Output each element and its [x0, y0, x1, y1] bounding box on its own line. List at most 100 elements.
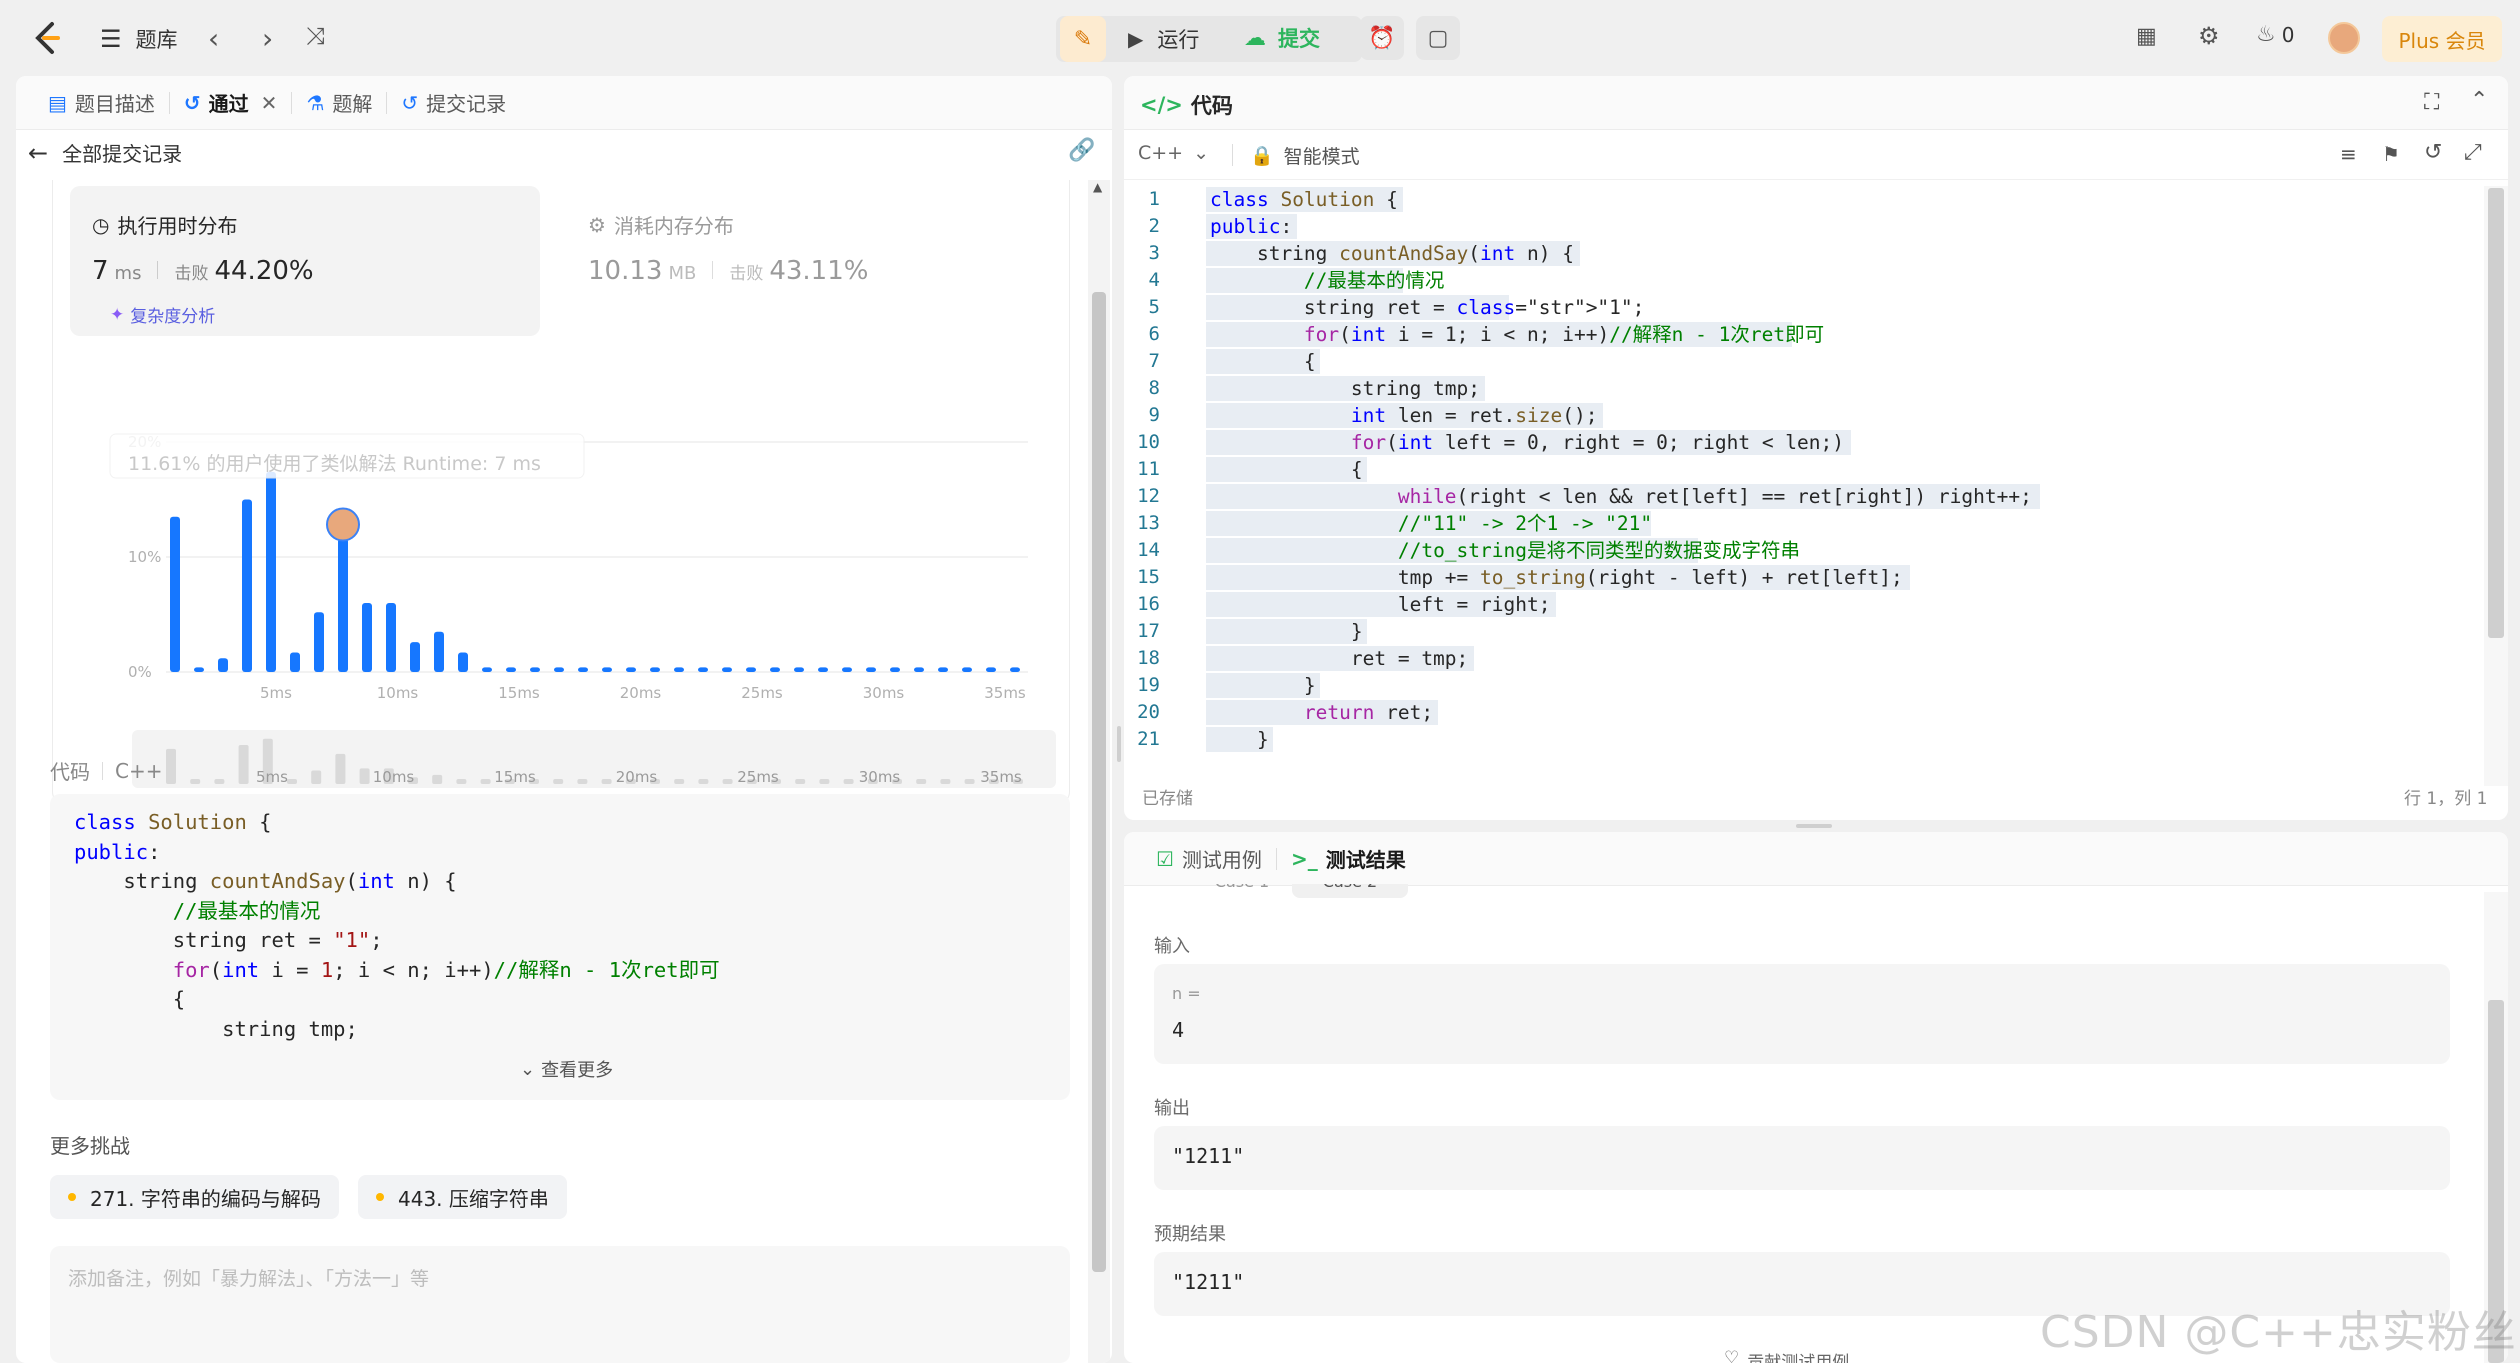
editor-scrollbar-thumb[interactable]: [2488, 188, 2504, 638]
smart-mode-toggle[interactable]: 🔒 智能模式: [1250, 142, 1360, 169]
layout-icon[interactable]: ▦: [2136, 24, 2157, 49]
cursor-position: 行 1，列 1: [2404, 789, 2488, 809]
code-preview: class Solution { public: string countAnd…: [50, 794, 1070, 1100]
output-label: 输出: [1154, 1098, 1190, 1119]
contribute-testcase-button[interactable]: ♡ 贡献测试用例: [1724, 1350, 2024, 1363]
format-icon[interactable]: ≡: [2340, 142, 2357, 166]
chart-bar: [626, 667, 636, 672]
code-editor[interactable]: 1 class Solution {2 public: 3 string countA…: [1124, 186, 2484, 820]
tab-submissions[interactable]: ↺ 提交记录: [387, 76, 520, 130]
notes-input[interactable]: 添加备注，例如「暴力解法」、「方法一」等: [50, 1246, 1070, 1363]
arrow-left-icon: ←: [28, 138, 49, 167]
settings-icon[interactable]: ⚙: [2198, 22, 2220, 50]
notes-placeholder: 添加备注，例如「暴力解法」、「方法一」等: [68, 1268, 430, 1290]
debug-icon[interactable]: ✎: [1060, 16, 1106, 62]
x-tick-label: 5ms: [260, 684, 292, 702]
tab-solutions[interactable]: ⚗ 题解: [292, 76, 386, 130]
plus-member-button[interactable]: Plus 会员: [2382, 16, 2502, 62]
streak-counter[interactable]: ♨ 0: [2256, 22, 2294, 47]
expected-value: "1211": [1172, 1270, 1245, 1294]
chart-bar: [746, 667, 756, 672]
run-button[interactable]: ▶ 运行: [1128, 24, 1199, 54]
runtime-card[interactable]: ◷ 执行用时分布 7 ms 击败 44.20% ✦ 复杂度分析: [70, 186, 540, 336]
line-number: 9: [1148, 404, 1160, 426]
tab-description[interactable]: ▤ 题目描述: [34, 76, 169, 130]
view-more-button[interactable]: ⌄ 查看更多: [520, 1056, 613, 1082]
csdn-watermark: CSDN @C++忠实粉丝: [2040, 1307, 2517, 1358]
complexity-analysis-link[interactable]: ✦ 复杂度分析: [110, 302, 215, 328]
avatar[interactable]: [2328, 22, 2360, 54]
brush-bar: [601, 779, 612, 784]
memory-card[interactable]: ⚙ 消耗内存分布 10.13 MB 击败 43.11%: [566, 186, 1036, 336]
close-tab-icon[interactable]: ✕: [261, 91, 278, 115]
code-line: return ret;: [1303, 701, 1434, 724]
output-value: "1211": [1172, 1144, 1245, 1168]
tab-testcase[interactable]: ☑ 测试用例: [1142, 832, 1276, 886]
memory-beat-label: 击败: [729, 264, 764, 284]
tab-accepted[interactable]: ↺ 通过 ✕: [170, 76, 292, 130]
line-number: 15: [1137, 566, 1160, 588]
brush-bar: [456, 779, 467, 784]
code-line: class Solution {: [1210, 188, 1398, 211]
document-icon: ▤: [48, 90, 67, 115]
chart-bar: [914, 667, 924, 672]
case-2-chip[interactable]: Case 2: [1292, 884, 1408, 898]
code-line: for(int i = 1; i < n; i++)//解释n - 1次ret即…: [1303, 323, 1825, 346]
code-line: string ret = class="str">"1";: [1210, 296, 1645, 319]
chart-bar: [722, 667, 732, 672]
editor-toolbar: C++ ⌄ 🔒 智能模式 ≡ ⚑ ↺ ⤢: [1124, 130, 2508, 180]
link-icon[interactable]: 🔗: [1068, 138, 1095, 163]
code-line: while(right < len && ret[left] == ret[ri…: [1397, 485, 2032, 508]
chart-bar: [698, 667, 708, 672]
input-box: n = 4: [1154, 964, 2450, 1064]
chevron-down-icon: ⌄: [520, 1058, 536, 1080]
scroll-up-icon[interactable]: ▲: [1093, 180, 1102, 194]
case-1-chip[interactable]: Case 1: [1184, 884, 1300, 896]
code-line: //最基本的情况: [1303, 269, 1445, 292]
back-to-submissions[interactable]: ← 全部提交记录: [28, 138, 182, 167]
code-line: {: [1210, 458, 1363, 481]
terminal-icon: >_: [1290, 846, 1318, 871]
line-number: 13: [1137, 512, 1160, 534]
chevron-down-icon: ⌄: [1193, 142, 1210, 164]
alarm-icon[interactable]: ⏰: [1360, 16, 1404, 60]
prev-problem-icon[interactable]: ‹: [208, 22, 219, 55]
horizontal-splitter-handle[interactable]: [1796, 824, 1832, 828]
line-number: 7: [1148, 350, 1160, 372]
brush-tick-label: 5ms: [256, 768, 288, 786]
input-var-value: 4: [1172, 1018, 1185, 1042]
test-tabs: ☑ 测试用例 >_ 测试结果: [1124, 832, 2508, 886]
flask-icon: ⚗: [306, 90, 325, 115]
expand-icon[interactable]: ⤢: [2464, 140, 2482, 165]
brush-bar: [722, 779, 733, 784]
chart-bar: [170, 516, 180, 672]
code-line: ret = tmp;: [1210, 647, 1469, 670]
line-number: 4: [1148, 269, 1160, 291]
language-select[interactable]: C++ ⌄: [1138, 142, 1209, 164]
bookmark-icon[interactable]: ⚑: [2382, 142, 2400, 166]
code-line: {: [1210, 350, 1316, 373]
challenge-chip-443[interactable]: 443. 压缩字符串: [358, 1175, 567, 1219]
vertical-splitter-handle[interactable]: [1117, 726, 1121, 762]
brush-bar: [311, 770, 322, 784]
next-problem-icon[interactable]: ›: [262, 22, 273, 55]
submit-button[interactable]: ☁ 提交: [1244, 23, 1320, 53]
shuffle-icon[interactable]: ⤨: [306, 22, 325, 50]
tab-test-result[interactable]: >_ 测试结果: [1277, 832, 1420, 886]
saved-status: 已存储: [1142, 789, 1193, 809]
fullscreen-icon[interactable]: ⛶: [2424, 90, 2439, 115]
challenge-chip-271[interactable]: 271. 字符串的编码与解码: [50, 1175, 339, 1219]
problem-bank-button[interactable]: ☰ 题库: [100, 24, 178, 54]
brush-bar: [238, 745, 249, 784]
streak-count: 0: [2281, 22, 2295, 47]
runtime-title: 执行用时分布: [117, 214, 238, 238]
code-line: string countAndSay(int n) {: [1210, 242, 1574, 265]
runtime-distribution-chart[interactable]: 20%10%0%5ms10ms15ms20ms25ms30ms35ms11.61…: [76, 342, 1056, 792]
reset-icon[interactable]: ↺: [2424, 140, 2442, 165]
left-scrollbar-thumb[interactable]: [1092, 292, 1106, 1272]
chart-bar: [890, 667, 900, 672]
brush-tick-label: 25ms: [737, 768, 779, 786]
collapse-icon[interactable]: ⌃: [2470, 88, 2488, 113]
note-icon[interactable]: ▢: [1416, 16, 1460, 60]
leetcode-logo[interactable]: [30, 20, 64, 56]
